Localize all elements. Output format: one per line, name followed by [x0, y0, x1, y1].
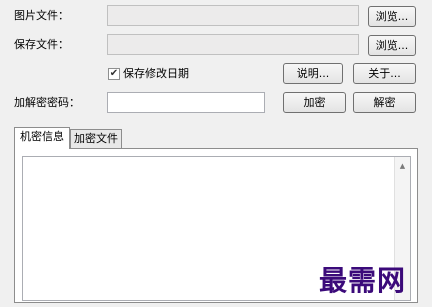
encrypt-button[interactable]: 加密 — [283, 92, 346, 113]
image-file-field[interactable] — [107, 5, 359, 26]
about-button[interactable]: 关于... — [353, 63, 416, 84]
help-button[interactable]: 说明... — [283, 63, 343, 84]
password-input[interactable] — [107, 92, 265, 113]
keep-date-label: 保存修改日期 — [123, 67, 189, 80]
password-label: 加解密密码： — [14, 96, 80, 109]
scroll-up-arrow-icon[interactable]: ▲ — [395, 162, 410, 170]
image-file-label: 图片文件： — [14, 9, 69, 22]
decrypt-button[interactable]: 解密 — [353, 92, 416, 113]
keep-date-checkbox-row[interactable]: ✔ 保存修改日期 — [108, 66, 189, 82]
save-file-field[interactable] — [107, 34, 359, 55]
save-file-label: 保存文件： — [14, 38, 69, 51]
image-browse-button[interactable]: 浏览... — [368, 6, 416, 27]
tab-encrypt-file[interactable]: 加密文件 — [70, 129, 122, 149]
watermark-logo: 最需网 — [319, 264, 407, 297]
keep-date-checkbox[interactable]: ✔ — [108, 68, 120, 80]
tab-secret-info[interactable]: 机密信息 — [14, 127, 70, 149]
save-browse-button[interactable]: 浏览... — [368, 35, 416, 56]
